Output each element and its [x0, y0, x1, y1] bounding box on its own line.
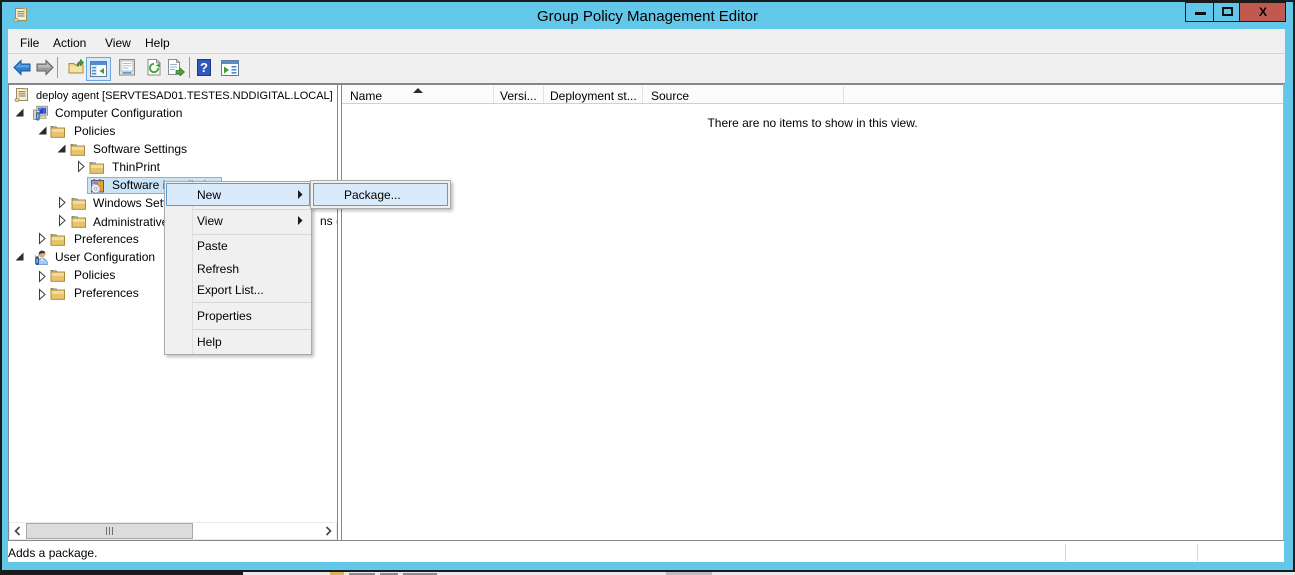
svg-text:?: ?: [200, 60, 208, 75]
